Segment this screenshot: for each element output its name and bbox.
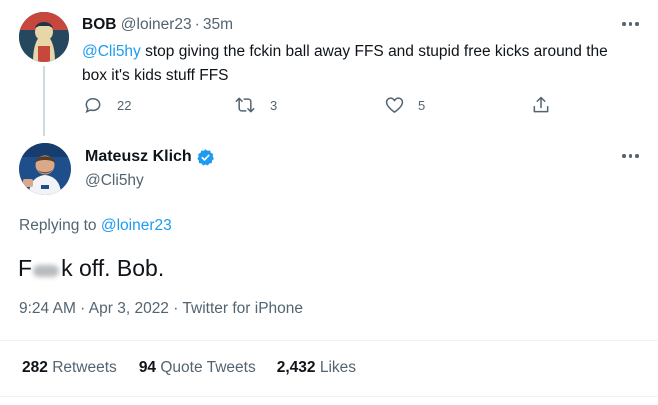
quote-tweets-label: Quote Tweets (160, 359, 256, 376)
retweets-count: 282 (22, 359, 48, 376)
retweet-count: 3 (270, 97, 278, 113)
reply-button[interactable]: 22 (83, 95, 131, 115)
parent-display-name[interactable]: BOB (82, 16, 116, 33)
share-button[interactable] (531, 95, 551, 115)
main-handle[interactable]: @Cli5hy (85, 171, 144, 191)
main-avatar[interactable] (19, 143, 71, 195)
replying-to-label: Replying to (19, 217, 97, 234)
share-icon (531, 95, 551, 115)
divider-top (0, 340, 658, 341)
replying-to-handle[interactable]: @loiner23 (101, 217, 172, 234)
parent-avatar[interactable] (19, 12, 69, 62)
likes-stat[interactable]: 2,432 Likes (277, 358, 356, 378)
retweets-stat[interactable]: 282 Retweets (22, 358, 117, 378)
main-avatar-image (19, 143, 71, 195)
parent-text-line2: box it's kids stuff FFS (82, 67, 229, 84)
reply-count: 22 (117, 97, 132, 113)
like-count: 5 (418, 97, 426, 113)
parent-text-body1: stop giving the fckin ball away FFS and … (140, 43, 608, 60)
like-button[interactable]: 5 (384, 95, 425, 115)
tweet-timestamp[interactable]: 9:24 AM · Apr 3, 2022 · Twitter for iPho… (19, 299, 303, 319)
parent-text-line1: @Cli5hy stop giving the fckin ball away … (82, 40, 652, 64)
parent-separator: · (194, 16, 200, 33)
parent-handle[interactable]: @loiner23 (121, 16, 192, 33)
quote-tweets-count: 94 (138, 359, 157, 376)
more-icon (622, 22, 639, 26)
reply-icon (83, 95, 103, 115)
retweets-label: Retweets (52, 359, 117, 376)
parent-header: BOB @loiner23 · 35m (82, 15, 233, 35)
engagement-stats: 282 Retweets 94 Quote Tweets 2,432 Likes (22, 358, 356, 378)
main-more-button[interactable] (622, 154, 639, 158)
main-text-start: F (18, 255, 33, 281)
main-author-name-row: Mateusz Klich (85, 147, 215, 167)
verified-badge-icon (196, 148, 215, 167)
main-tweet-text: Fk off. Bob. (18, 254, 164, 282)
more-icon (622, 154, 639, 158)
thread-connector-line (43, 66, 45, 136)
parent-tweet-text: @Cli5hy stop giving the fckin ball away … (82, 40, 652, 88)
parent-more-button[interactable] (622, 22, 639, 26)
replying-to-line: Replying to @loiner23 (19, 216, 172, 236)
quote-tweets-stat[interactable]: 94 Quote Tweets (139, 358, 256, 378)
parent-mention[interactable]: @Cli5hy (82, 43, 141, 60)
likes-label: Likes (319, 359, 357, 376)
retweet-icon (234, 95, 256, 115)
parent-time[interactable]: 35m (203, 16, 233, 33)
parent-avatar-image (19, 12, 69, 62)
censored-blur (33, 265, 60, 277)
main-display-name[interactable]: Mateusz Klich (85, 147, 192, 167)
divider-bottom (0, 396, 658, 397)
likes-count: 2,432 (276, 359, 316, 376)
retweet-button[interactable]: 3 (234, 95, 277, 115)
like-icon (384, 95, 405, 115)
main-text-end: k off. Bob. (61, 255, 165, 281)
